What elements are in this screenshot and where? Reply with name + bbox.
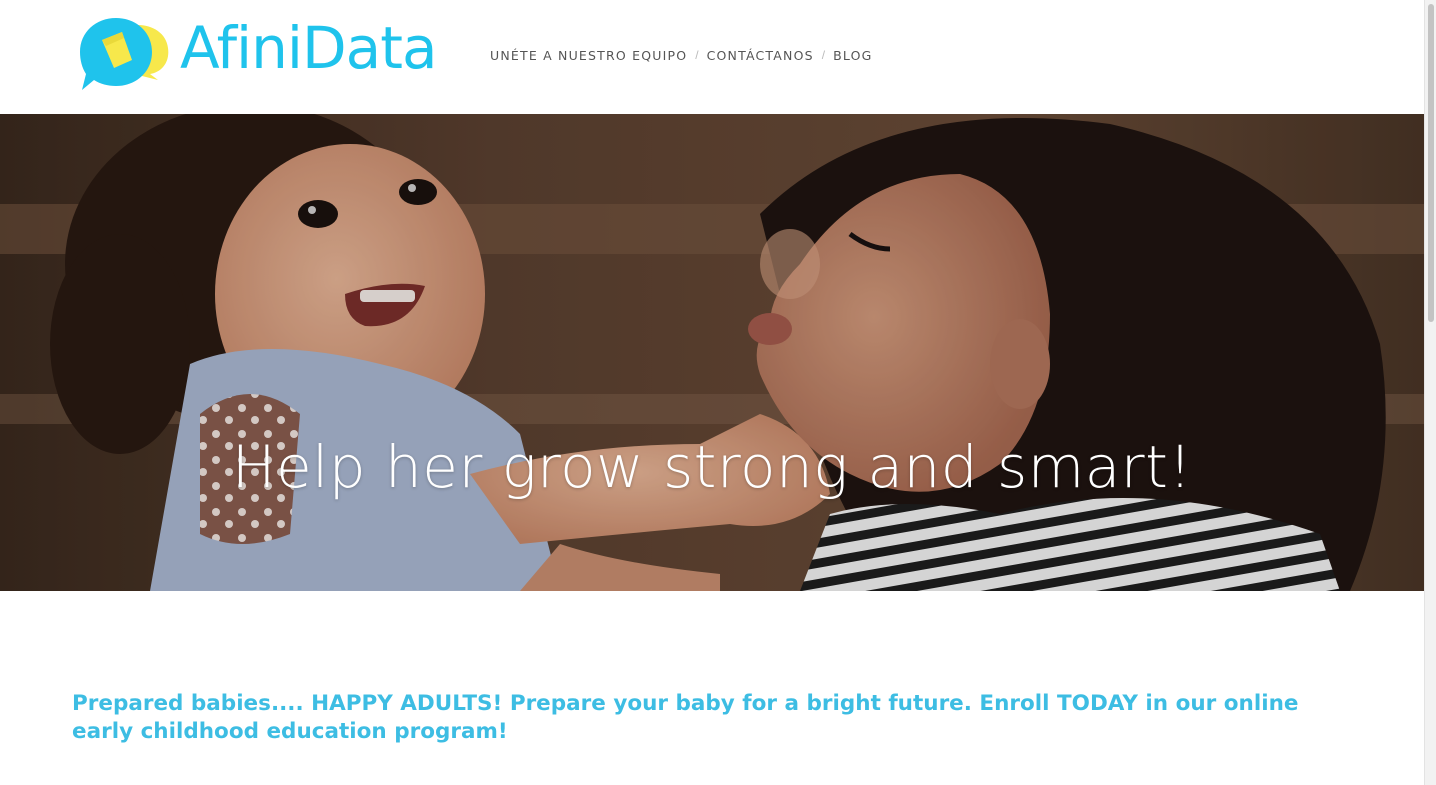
- hero-photo: [0, 114, 1424, 591]
- nav-item-blog[interactable]: BLOG: [833, 48, 872, 63]
- nav-item-contact[interactable]: CONTÁCTANOS: [707, 48, 814, 63]
- nav-separator: /: [821, 48, 826, 62]
- nav-separator: /: [695, 48, 699, 62]
- top-nav: UNÉTE A NUESTRO EQUIPO / CONTÁCTANOS / B…: [490, 46, 873, 64]
- chat-bubbles-icon: [80, 18, 169, 90]
- vertical-scrollbar[interactable]: [1424, 0, 1436, 785]
- scrollbar-thumb[interactable]: [1428, 4, 1434, 322]
- tagline: Prepared babies.... HAPPY ADULTS! Prepar…: [72, 691, 1299, 744]
- nav-item-join-team[interactable]: UNÉTE A NUESTRO EQUIPO: [490, 48, 687, 63]
- hero-headline: Help her grow strong and smart!: [231, 433, 1193, 501]
- brand-name: AfiniData: [180, 14, 438, 82]
- logo-link[interactable]: AfiniData: [80, 14, 480, 92]
- page: AfiniData UNÉTE A NUESTRO EQUIPO / CONTÁ…: [0, 0, 1424, 785]
- site-header: AfiniData UNÉTE A NUESTRO EQUIPO / CONTÁ…: [0, 0, 1424, 114]
- hero-banner: Help her grow strong and smart!: [0, 114, 1424, 591]
